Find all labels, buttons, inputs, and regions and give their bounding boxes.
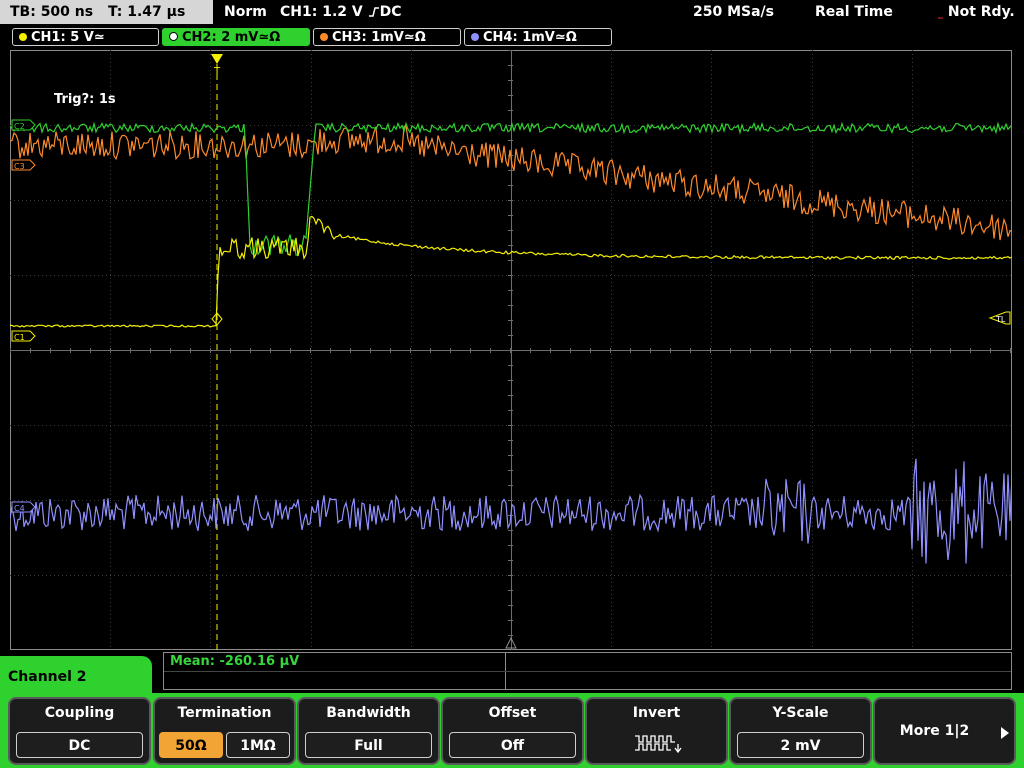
sample-rate: 250 MSa/s xyxy=(693,4,775,20)
yscale-value[interactable]: 2 mV xyxy=(737,732,864,758)
status-indicator: _ Not Rdy. xyxy=(938,4,1015,20)
ch1-tab-suffix: ≃ xyxy=(93,30,105,45)
trigger-level: CH1: 1.2 V xyxy=(280,4,363,20)
trigger-setting[interactable]: CH1: 1.2 V DC xyxy=(280,0,402,24)
timebase-value: TB: 500 ns xyxy=(10,4,94,20)
termination-1mohm[interactable]: 1MΩ xyxy=(226,732,290,758)
invert-label: Invert xyxy=(632,705,681,721)
ch1-marker-label: C1 xyxy=(14,333,25,342)
tab-ch2[interactable]: CH2: 2 mV≃Ω xyxy=(162,28,310,46)
next-page-arrow-icon xyxy=(1001,727,1009,739)
ch2-color-dot xyxy=(169,32,178,41)
ch2-tab-label: CH2: 2 mV xyxy=(182,30,259,45)
termination-softkey[interactable]: Termination 50Ω 1MΩ xyxy=(153,697,296,765)
acquisition-mode: Real Time xyxy=(815,4,893,20)
bandwidth-value[interactable]: Full xyxy=(305,732,432,758)
more-label: More 1|2 xyxy=(899,723,970,739)
rising-edge-icon xyxy=(368,4,380,20)
invert-waveform-icon xyxy=(635,735,682,754)
offset-value[interactable]: Off xyxy=(449,732,576,758)
invert-softkey[interactable]: Invert xyxy=(585,697,728,765)
trigger-coupling: DC xyxy=(379,4,402,20)
trigger-level-label: TL xyxy=(995,315,1006,324)
ch3-color-dot xyxy=(320,32,328,41)
trigger-time-value: T: 1.47 µs xyxy=(107,4,186,20)
coupling-softkey[interactable]: Coupling DC xyxy=(8,697,151,765)
ch4-tab-label: CH4: 1mV xyxy=(483,30,555,45)
waveform-display[interactable]: T C2 C3 C1 C4 TL Trig?: 1s xyxy=(10,50,1012,650)
trigger-mode[interactable]: Norm xyxy=(224,0,267,24)
ch4-color-dot xyxy=(471,32,479,41)
ch3-tab-label: CH3: 1mV xyxy=(332,30,404,45)
tab-ch4[interactable]: CH4: 1mV≃Ω xyxy=(464,28,612,46)
yscale-label: Y-Scale xyxy=(772,705,829,721)
termination-label: Termination xyxy=(177,705,272,721)
bandwidth-label: Bandwidth xyxy=(326,705,411,721)
ch4-tab-suffix: ≃Ω xyxy=(554,30,577,45)
yscale-softkey[interactable]: Y-Scale 2 mV xyxy=(729,697,872,765)
coupling-label: Coupling xyxy=(44,705,115,721)
mean-measurement: Mean: -260.16 µV xyxy=(170,654,300,669)
ch1-color-dot xyxy=(19,32,27,41)
coupling-value[interactable]: DC xyxy=(16,732,143,758)
bandwidth-softkey[interactable]: Bandwidth Full xyxy=(297,697,440,765)
menu-title: Channel 2 xyxy=(8,669,87,685)
ch1-tab-label: CH1: 5 V xyxy=(31,30,94,45)
trigger-t-label: T xyxy=(213,66,221,77)
timebase-box[interactable]: TB: 500 ns T: 1.47 µs xyxy=(0,0,213,24)
state-text: Not Rdy. xyxy=(947,4,1015,20)
offset-softkey[interactable]: Offset Off xyxy=(441,697,584,765)
tab-ch3[interactable]: CH3: 1mV≃Ω xyxy=(313,28,461,46)
ch3-tab-suffix: ≃Ω xyxy=(403,30,426,45)
ch2-tab-suffix: ≃Ω xyxy=(258,30,281,45)
trigger-info-text: Trig?: 1s xyxy=(54,92,116,107)
termination-50ohm[interactable]: 50Ω xyxy=(159,732,223,758)
tab-ch1[interactable]: CH1: 5 V≃ xyxy=(12,28,159,46)
ch2-marker-label: C2 xyxy=(14,122,25,131)
ch3-marker-label: C3 xyxy=(14,162,25,171)
offset-label: Offset xyxy=(488,705,537,721)
more-softkey[interactable]: More 1|2 xyxy=(873,697,1016,765)
ch4-marker-label: C4 xyxy=(14,504,25,513)
